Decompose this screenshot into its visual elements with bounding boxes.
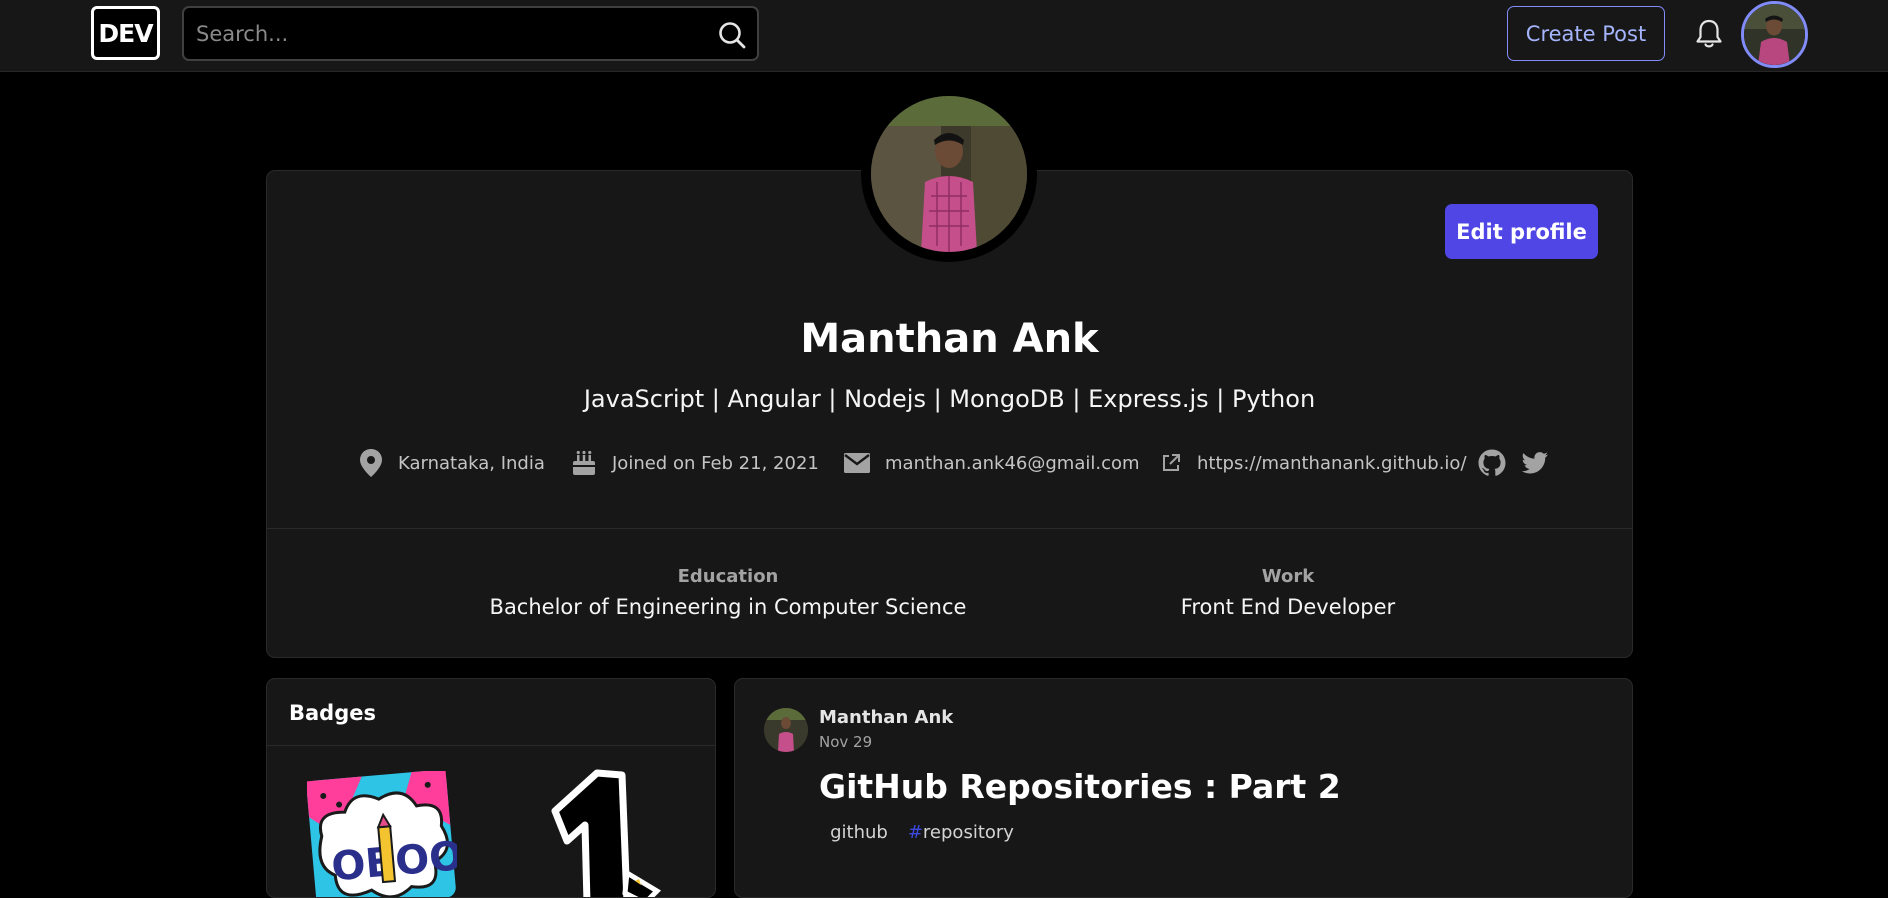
post-title[interactable]: GitHub Repositories : Part 2: [819, 767, 1341, 806]
education-value: Bachelor of Engineering in Computer Scie…: [489, 595, 967, 619]
location-item: Karnataka, India: [358, 448, 545, 478]
profile-photo: [871, 96, 1027, 252]
profile-divider: [266, 528, 1633, 529]
post-tags: #github #repository: [815, 822, 1014, 843]
cake-icon: [573, 450, 595, 475]
search-input[interactable]: [196, 16, 696, 52]
email-text[interactable]: manthan.ank46@gmail.com: [885, 453, 1140, 474]
work-value: Front End Developer: [1180, 595, 1396, 619]
one-year-club-badge-icon[interactable]: [527, 763, 667, 898]
post-author-photo: [764, 708, 808, 752]
user-avatar-menu[interactable]: [1741, 1, 1808, 68]
twitter-icon[interactable]: [1520, 448, 1550, 478]
search-icon[interactable]: [717, 20, 747, 50]
svg-text:OO: OO: [393, 833, 457, 885]
profile-avatar: [861, 86, 1037, 262]
tag-repository[interactable]: #repository: [908, 822, 1014, 843]
profile-name: Manthan Ank: [800, 316, 1099, 362]
joined-item: Joined on Feb 21, 2021: [570, 448, 819, 478]
create-post-button[interactable]: Create Post: [1507, 6, 1665, 61]
top-navigation-bar: DEV Create Post: [0, 0, 1888, 72]
email-icon: [844, 453, 870, 473]
search-box: [182, 6, 759, 61]
education-label: Education: [677, 566, 779, 587]
badges-title: Badges: [289, 701, 376, 725]
external-link-icon: [1163, 454, 1180, 471]
work-label: Work: [1261, 566, 1315, 587]
post-author-avatar[interactable]: [764, 708, 808, 752]
github-icon[interactable]: [1477, 448, 1507, 478]
avatar-image: [1744, 4, 1805, 65]
post-date: Nov 29: [819, 733, 873, 751]
website-text[interactable]: https://manthanank.github.io/: [1197, 453, 1467, 474]
post-author-name[interactable]: Manthan Ank: [819, 707, 953, 728]
website-link[interactable]: https://manthanank.github.io/: [1159, 448, 1467, 478]
tag-github[interactable]: #github: [815, 822, 888, 843]
writing-streak-badge-icon[interactable]: OB OO: [307, 771, 457, 898]
location-text: Karnataka, India: [398, 452, 545, 474]
post-card[interactable]: Manthan Ank Nov 29 GitHub Repositories :…: [734, 678, 1633, 898]
profile-bio: JavaScript | Angular | Nodejs | MongoDB …: [583, 385, 1316, 413]
badges-divider: [267, 745, 715, 746]
joined-text: Joined on Feb 21, 2021: [612, 452, 819, 474]
dev-logo[interactable]: DEV: [91, 6, 160, 60]
badges-card: Badges OB OO: [266, 678, 716, 898]
notifications-bell-icon[interactable]: [1694, 18, 1724, 50]
email-link[interactable]: manthan.ank46@gmail.com: [843, 448, 1140, 478]
location-pin-icon: [360, 449, 382, 477]
edit-profile-button[interactable]: Edit profile: [1445, 204, 1598, 259]
